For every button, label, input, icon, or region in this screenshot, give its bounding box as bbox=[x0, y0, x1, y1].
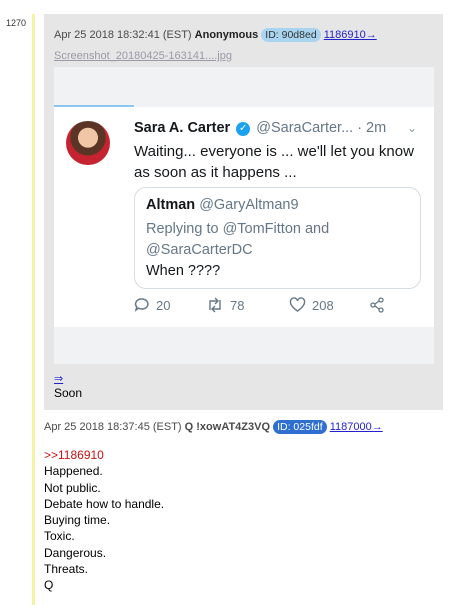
message-line: Dangerous. bbox=[44, 545, 107, 560]
quoted-handle: @GaryAltman9 bbox=[199, 197, 299, 213]
like-count: 208 bbox=[312, 298, 334, 313]
like-action: 208 bbox=[289, 297, 334, 313]
retweet-icon bbox=[209, 297, 221, 313]
tweet-card: Sara A. Carter ✓ @SaraCarter... · 2m ⌄ W… bbox=[54, 107, 434, 327]
tweet-handle: @SaraCarter... bbox=[256, 120, 354, 136]
op-timestamp: Apr 25 2018 18:37:45 (EST) bbox=[44, 421, 182, 433]
tweet-author-name: Sara A. Carter bbox=[134, 120, 231, 136]
quoted-author-name: Altman bbox=[146, 197, 196, 213]
avatar bbox=[66, 121, 110, 165]
backlink-arrow[interactable]: ⇒ bbox=[54, 372, 63, 385]
reply-author: Anonymous bbox=[194, 29, 259, 41]
quote-link[interactable]: >>1186910 bbox=[44, 447, 164, 463]
reply-icon bbox=[134, 298, 149, 312]
reply-timestamp: Apr 25 2018 18:32:41 (EST) bbox=[54, 29, 192, 41]
reply-message: Soon bbox=[54, 386, 83, 400]
share-action bbox=[369, 297, 391, 313]
thread-indicator-bar bbox=[32, 14, 35, 605]
quoted-tweet-header: Altman @GaryAltman9 bbox=[146, 197, 299, 213]
reply-id-badge[interactable]: ID: 90d8ed bbox=[261, 28, 321, 42]
tweet-text: Waiting... everyone is ... we'll let you… bbox=[134, 143, 414, 181]
verified-icon: ✓ bbox=[236, 122, 251, 136]
op-post-link[interactable]: 1187000→ bbox=[330, 421, 383, 433]
message-line: Toxic. bbox=[44, 529, 75, 544]
tweet-time: · 2m bbox=[357, 120, 387, 136]
reply-post-link[interactable]: 1186910→ bbox=[324, 29, 377, 41]
post-number: 1270 bbox=[6, 18, 27, 28]
op-author: Q !xowAT4Z3VQ bbox=[184, 421, 271, 433]
quoted-reply-to: Replying to @TomFitton and @SaraCarterDC bbox=[146, 221, 330, 258]
attachment-filename-link[interactable]: Screenshot_20180425-163141....jpg bbox=[54, 50, 232, 62]
reply-action: 20 bbox=[134, 297, 170, 313]
message-line: Debate how to handle. bbox=[44, 496, 165, 511]
attachment-image[interactable]: Sara A. Carter ✓ @SaraCarter... · 2m ⌄ W… bbox=[54, 67, 434, 364]
message-line: Happened. bbox=[44, 464, 103, 479]
tweet-actions: 20 78 208 bbox=[134, 297, 414, 317]
quoted-text: When ???? bbox=[146, 263, 221, 279]
message-line: Q bbox=[44, 578, 54, 593]
reply-header: Apr 25 2018 18:32:41 (EST) Anonymous ID:… bbox=[54, 28, 377, 42]
retweet-count: 78 bbox=[230, 298, 245, 313]
retweet-action: 78 bbox=[206, 297, 244, 313]
message-line: Threats. bbox=[44, 562, 89, 577]
reply-count: 20 bbox=[156, 298, 171, 313]
message-line: Buying time. bbox=[44, 513, 111, 528]
reply-post: Apr 25 2018 18:32:41 (EST) Anonymous ID:… bbox=[44, 14, 443, 410]
op-id-badge[interactable]: ID: 025fdf bbox=[273, 420, 327, 434]
message-line: Not public. bbox=[44, 480, 101, 495]
quoted-tweet: Altman @GaryAltman9 Replying to @TomFitt… bbox=[134, 187, 421, 289]
tweet-header: Sara A. Carter ✓ @SaraCarter... · 2m bbox=[134, 120, 386, 136]
op-header: Apr 25 2018 18:37:45 (EST) Q !xowAT4Z3VQ… bbox=[44, 420, 383, 434]
heart-icon bbox=[289, 297, 306, 312]
op-message: >>1186910 Happened. Not public. Debate h… bbox=[44, 447, 164, 594]
share-icon bbox=[370, 297, 384, 313]
chevron-down-icon: ⌄ bbox=[407, 121, 418, 135]
